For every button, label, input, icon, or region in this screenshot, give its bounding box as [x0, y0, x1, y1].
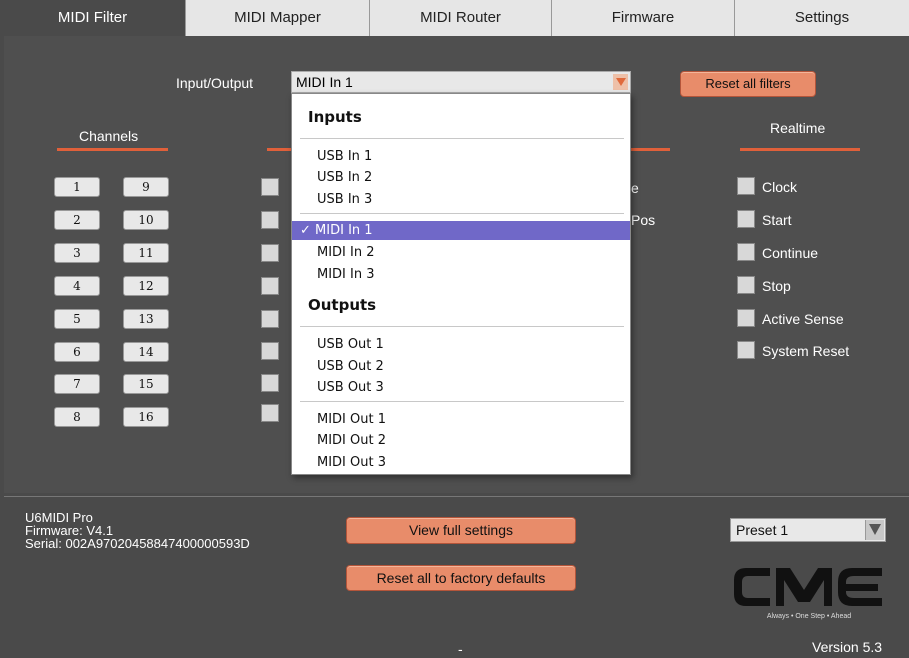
channel-button[interactable]: 6 — [54, 342, 100, 362]
option-usb-in-3[interactable]: USB In 3 — [292, 190, 630, 209]
message-filter-checkbox[interactable] — [261, 244, 279, 262]
option-usb-in-2[interactable]: USB In 2 — [292, 168, 630, 187]
continue-checkbox[interactable] — [737, 243, 755, 261]
channel-button[interactable]: 11 — [123, 243, 169, 263]
stop-checkbox[interactable] — [737, 276, 755, 294]
system-reset-checkbox[interactable] — [737, 341, 755, 359]
io-label: Input/Output — [176, 75, 254, 91]
preset-select[interactable]: Preset 1 — [730, 518, 886, 542]
outputs-heading: Outputs — [308, 296, 377, 314]
realtime-underline — [740, 148, 860, 151]
messages-underline — [267, 148, 291, 151]
system-underline — [631, 148, 670, 151]
start-label: Start — [762, 212, 792, 228]
continue-label: Continue — [762, 245, 819, 261]
dropdown-arrow-icon — [613, 74, 628, 90]
message-filter-checkbox[interactable] — [261, 374, 279, 392]
app-version: Version 5.3 — [812, 639, 883, 655]
serial-number: Serial: 002A97020458847400000593D — [25, 536, 250, 551]
tab-bar: MIDI Filter MIDI Mapper MIDI Router Firm… — [0, 0, 909, 36]
tab-midi-router[interactable]: MIDI Router — [370, 0, 552, 36]
channel-button[interactable]: 9 — [123, 177, 169, 197]
active-sense-checkbox[interactable] — [737, 309, 755, 327]
io-dropdown-list: Inputs USB In 1 USB In 2 USB In 3 ✓ MIDI… — [291, 93, 631, 475]
preset-value: Preset 1 — [736, 522, 789, 538]
clock-checkbox[interactable] — [737, 177, 755, 195]
checkmark-icon: ✓ — [300, 223, 311, 238]
option-usb-out-2[interactable]: USB Out 2 — [292, 357, 630, 376]
message-filter-checkbox[interactable] — [261, 178, 279, 196]
option-usb-in-1[interactable]: USB In 1 — [292, 147, 630, 166]
message-filter-checkbox[interactable] — [261, 342, 279, 360]
separator — [300, 138, 624, 139]
option-usb-out-3[interactable]: USB Out 3 — [292, 378, 630, 397]
channel-button[interactable]: 13 — [123, 309, 169, 329]
option-midi-in-2[interactable]: MIDI In 2 — [292, 243, 630, 262]
channel-button[interactable]: 4 — [54, 276, 100, 296]
option-midi-out-3[interactable]: MIDI Out 3 — [292, 453, 630, 472]
system-common-label: e — [631, 180, 639, 196]
cme-logo: Always • One Step • Ahead — [734, 568, 882, 620]
logo-tagline: Always • One Step • Ahead — [767, 613, 851, 620]
tab-settings[interactable]: Settings — [735, 0, 909, 36]
tab-firmware[interactable]: Firmware — [552, 0, 735, 36]
io-select-value: MIDI In 1 — [296, 74, 353, 90]
tab-midi-filter[interactable]: MIDI Filter — [0, 0, 186, 36]
message-filter-checkbox[interactable] — [261, 211, 279, 229]
option-midi-out-2[interactable]: MIDI Out 2 — [292, 431, 630, 450]
channel-button[interactable]: 8 — [54, 407, 100, 427]
channels-heading: Channels — [79, 128, 139, 144]
view-full-settings-button[interactable]: View full settings — [346, 517, 576, 544]
channel-button[interactable]: 10 — [123, 210, 169, 230]
stop-label: Stop — [762, 278, 791, 294]
channel-button[interactable]: 14 — [123, 342, 169, 362]
channels-underline — [57, 148, 168, 151]
tab-midi-mapper[interactable]: MIDI Mapper — [186, 0, 370, 36]
option-midi-in-3[interactable]: MIDI In 3 — [292, 265, 630, 284]
active-sense-label: Active Sense — [762, 311, 844, 327]
system-common-label: Pos — [631, 212, 656, 228]
realtime-heading: Realtime — [770, 120, 826, 136]
factory-reset-button[interactable]: Reset all to factory defaults — [346, 565, 576, 591]
option-usb-out-1[interactable]: USB Out 1 — [292, 335, 630, 354]
separator — [300, 326, 624, 327]
status-text: - — [458, 641, 463, 657]
inputs-heading: Inputs — [308, 108, 362, 126]
option-midi-in-1[interactable]: ✓ MIDI In 1 — [292, 221, 630, 240]
channel-button[interactable]: 1 — [54, 177, 100, 197]
message-filter-checkbox[interactable] — [261, 310, 279, 328]
separator — [300, 401, 624, 402]
channel-button[interactable]: 5 — [54, 309, 100, 329]
option-label: MIDI In 1 — [315, 223, 373, 238]
system-reset-label: System Reset — [762, 343, 850, 359]
message-filter-checkbox[interactable] — [261, 404, 279, 422]
start-checkbox[interactable] — [737, 210, 755, 228]
option-midi-out-1[interactable]: MIDI Out 1 — [292, 410, 630, 429]
io-select[interactable]: MIDI In 1 — [291, 71, 631, 93]
channel-button[interactable]: 15 — [123, 374, 169, 394]
separator — [300, 213, 624, 214]
reset-filters-button[interactable]: Reset all filters — [680, 71, 816, 97]
message-filter-checkbox[interactable] — [261, 277, 279, 295]
clock-label: Clock — [762, 179, 798, 195]
channel-button[interactable]: 7 — [54, 374, 100, 394]
channel-button[interactable]: 2 — [54, 210, 100, 230]
dropdown-arrow-icon — [865, 520, 884, 540]
channel-button[interactable]: 3 — [54, 243, 100, 263]
channel-button[interactable]: 12 — [123, 276, 169, 296]
channel-button[interactable]: 16 — [123, 407, 169, 427]
